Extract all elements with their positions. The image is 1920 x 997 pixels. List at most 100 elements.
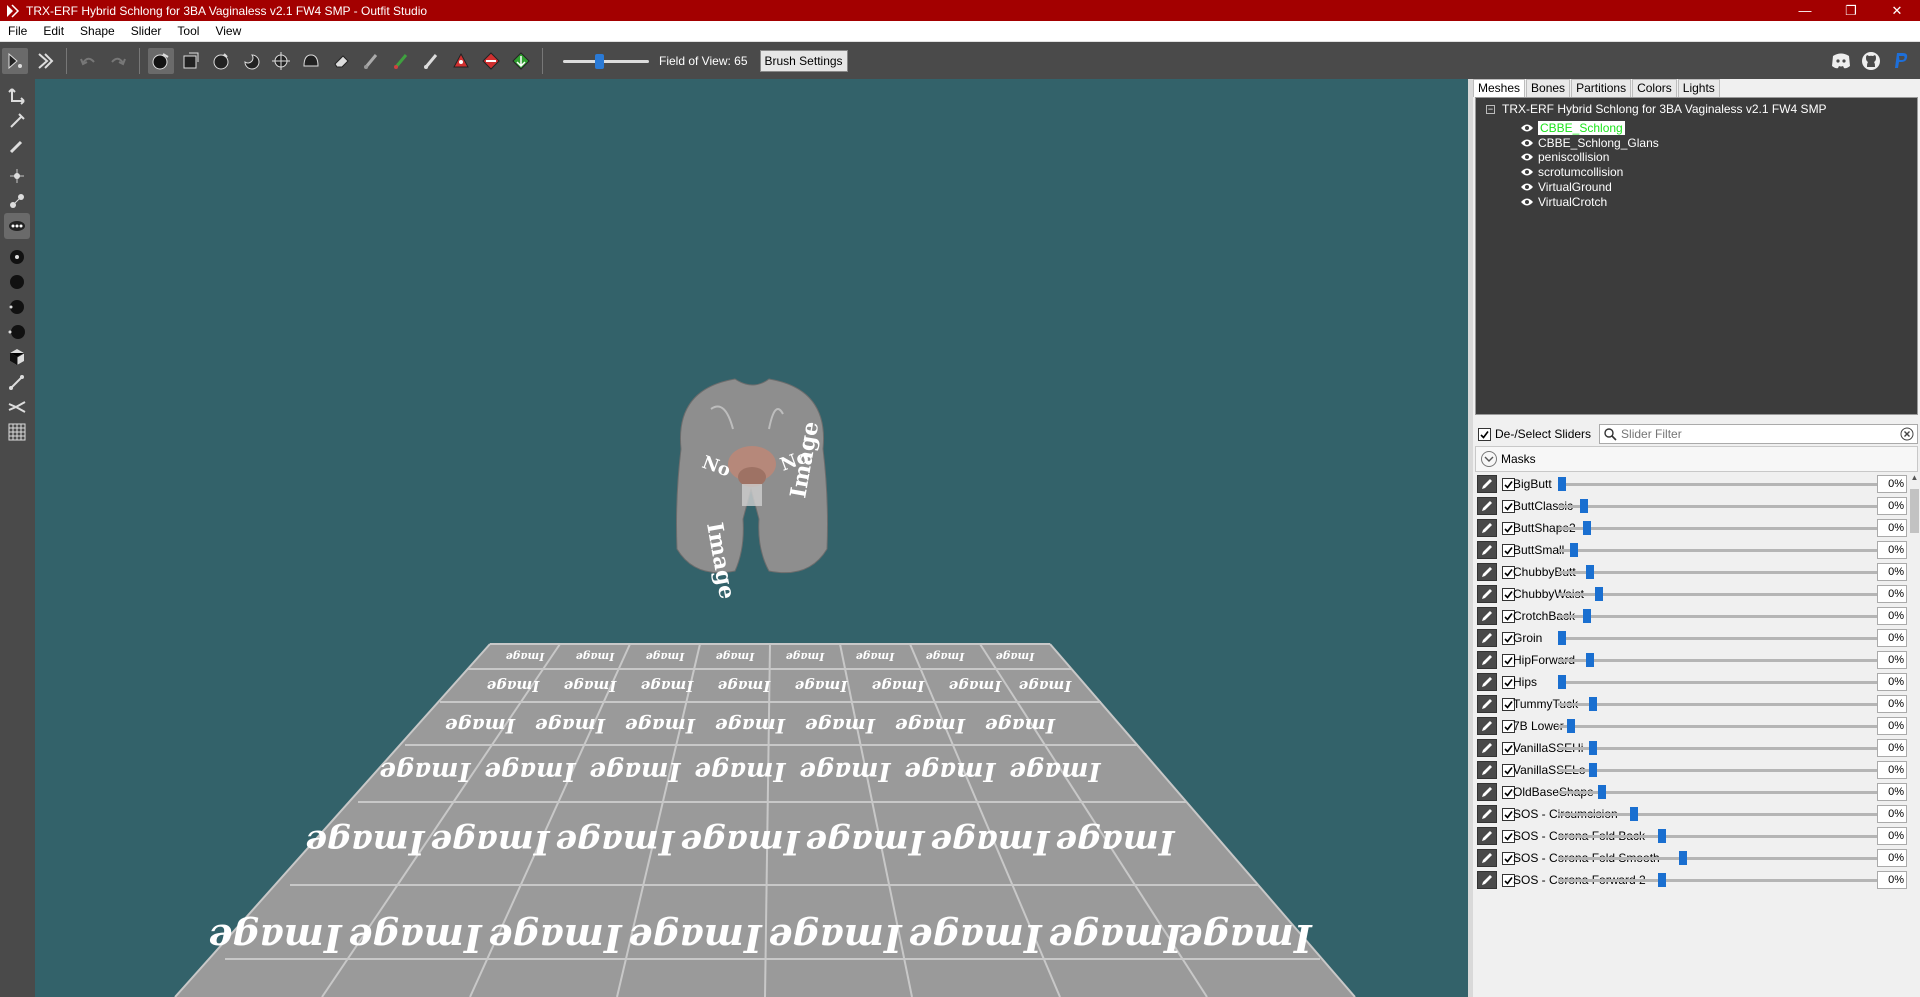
body-mesh[interactable]: Image Image No No (676, 378, 828, 601)
slider-value[interactable]: 0% (1877, 805, 1907, 823)
edit-slider-icon[interactable] (1477, 629, 1497, 647)
node-icon[interactable] (4, 188, 30, 214)
tab-lights[interactable]: Lights (1677, 79, 1720, 97)
slider-thumb[interactable] (1657, 873, 1666, 887)
weight-icon[interactable] (4, 369, 30, 395)
slider-track[interactable] (1558, 637, 1877, 640)
discord-icon[interactable] (1828, 48, 1854, 74)
slider-track[interactable] (1558, 835, 1877, 838)
brush-settings-button[interactable]: Brush Settings (759, 49, 848, 72)
slider-track[interactable] (1558, 813, 1877, 816)
tab-meshes[interactable]: Meshes (1473, 79, 1526, 97)
slider-thumb[interactable] (1585, 565, 1594, 579)
edit-slider-icon[interactable] (1477, 651, 1497, 669)
slider-track[interactable] (1558, 615, 1877, 618)
paint-icon[interactable] (358, 48, 384, 74)
deselect-sliders[interactable]: De-/Select Sliders (1478, 427, 1591, 441)
chevron-down-icon[interactable] (1481, 451, 1497, 467)
edit-slider-icon[interactable] (1477, 607, 1497, 625)
slider-track[interactable] (1558, 549, 1877, 552)
edit-slider-icon[interactable] (1477, 871, 1497, 889)
slider-track[interactable] (1558, 681, 1877, 684)
edit-slider-icon[interactable] (1477, 827, 1497, 845)
bone-icon[interactable] (4, 213, 30, 239)
color-icon[interactable] (388, 48, 414, 74)
slider-thumb[interactable] (1558, 675, 1566, 689)
scroll-up-icon[interactable]: ▲ (1909, 473, 1920, 487)
tree-root[interactable]: − TRX-ERF Hybrid Schlong for 3BA Vaginal… (1486, 102, 1827, 116)
menu-shape[interactable]: Shape (72, 21, 123, 42)
clear-icon[interactable] (1900, 427, 1914, 441)
eye-icon[interactable] (1520, 197, 1534, 207)
menu-view[interactable]: View (207, 21, 249, 42)
slider-track[interactable] (1558, 527, 1877, 530)
slider-thumb[interactable] (1558, 631, 1566, 645)
slider-value[interactable]: 0% (1877, 497, 1907, 515)
tree-item[interactable]: VirtualGround (1520, 179, 1612, 195)
pointer-icon[interactable] (2, 47, 28, 74)
undo-icon[interactable] (75, 48, 101, 74)
tree-item[interactable]: peniscollision (1520, 149, 1609, 165)
edit-slider-icon[interactable] (1477, 783, 1497, 801)
slider-track[interactable] (1558, 571, 1877, 574)
slider-value[interactable]: 0% (1877, 761, 1907, 779)
vertex-select-icon[interactable] (4, 163, 30, 189)
slider-track[interactable] (1558, 857, 1877, 860)
slider-thumb[interactable] (1582, 609, 1591, 623)
inflate-brush-icon[interactable] (208, 48, 234, 74)
minimize-button[interactable]: — (1782, 0, 1828, 21)
slider-value[interactable]: 0% (1877, 827, 1907, 845)
smooth-icon[interactable] (4, 344, 30, 370)
slider-track[interactable] (1558, 879, 1877, 882)
slider-value[interactable]: 0% (1877, 607, 1907, 625)
pose-icon[interactable] (4, 244, 30, 270)
slider-value[interactable]: 0% (1877, 563, 1907, 581)
edit-slider-icon[interactable] (1477, 519, 1497, 537)
fov-slider[interactable] (563, 51, 649, 71)
eye-icon[interactable] (1520, 167, 1534, 177)
edit-slider-icon[interactable] (1477, 475, 1497, 493)
slider-thumb[interactable] (1595, 587, 1604, 601)
grid-icon[interactable] (4, 419, 30, 445)
slider-track[interactable] (1558, 769, 1877, 772)
slider-track[interactable] (1558, 659, 1877, 662)
slider-value[interactable]: 0% (1877, 871, 1907, 889)
mesh-icon[interactable] (4, 394, 30, 420)
slider-track[interactable] (1558, 505, 1877, 508)
slider-thumb[interactable] (1582, 521, 1591, 535)
slider-thumb[interactable] (1629, 807, 1638, 821)
slider-track[interactable] (1558, 747, 1877, 750)
menu-slider[interactable]: Slider (123, 21, 170, 42)
tab-bones[interactable]: Bones (1526, 79, 1571, 97)
slider-track[interactable] (1558, 703, 1877, 706)
tree-collapse-toggle[interactable]: − (1486, 104, 1495, 114)
slider-thumb[interactable] (1558, 477, 1566, 491)
tab-partitions[interactable]: Partitions (1571, 79, 1632, 97)
slider-scrollbar[interactable]: ▲ (1909, 473, 1920, 997)
slider-value[interactable]: 0% (1877, 541, 1907, 559)
deflate-icon[interactable] (4, 294, 30, 320)
slider-value[interactable]: 0% (1877, 783, 1907, 801)
move-brush-icon[interactable] (268, 48, 294, 74)
slider-thumb[interactable] (1589, 763, 1598, 777)
edit-slider-icon[interactable] (1477, 673, 1497, 691)
menu-edit[interactable]: Edit (35, 21, 72, 42)
menu-tool[interactable]: Tool (169, 21, 207, 42)
scrollbar-thumb[interactable] (1910, 489, 1919, 533)
eye-icon[interactable] (1520, 152, 1534, 162)
edit-slider-icon[interactable] (1477, 739, 1497, 757)
cut-icon[interactable] (478, 48, 504, 74)
unmask-icon[interactable] (178, 48, 204, 74)
github-icon[interactable] (1858, 48, 1884, 74)
edit-slider-icon[interactable] (1477, 805, 1497, 823)
collapse-icon[interactable] (508, 48, 534, 74)
tree-item[interactable]: CBBE_Schlong_Glans (1520, 135, 1659, 151)
slider-thumb[interactable] (1679, 851, 1688, 865)
edit-slider-icon[interactable] (1477, 849, 1497, 867)
slider-track[interactable] (1558, 593, 1877, 596)
3d-viewport[interactable]: Image Image Image Image Image Image Imag… (35, 79, 1468, 997)
masks-header[interactable]: Masks (1475, 446, 1918, 472)
slider-value[interactable]: 0% (1877, 717, 1907, 735)
slider-filter-input[interactable] (1621, 427, 1900, 441)
select-icon[interactable] (4, 83, 30, 109)
